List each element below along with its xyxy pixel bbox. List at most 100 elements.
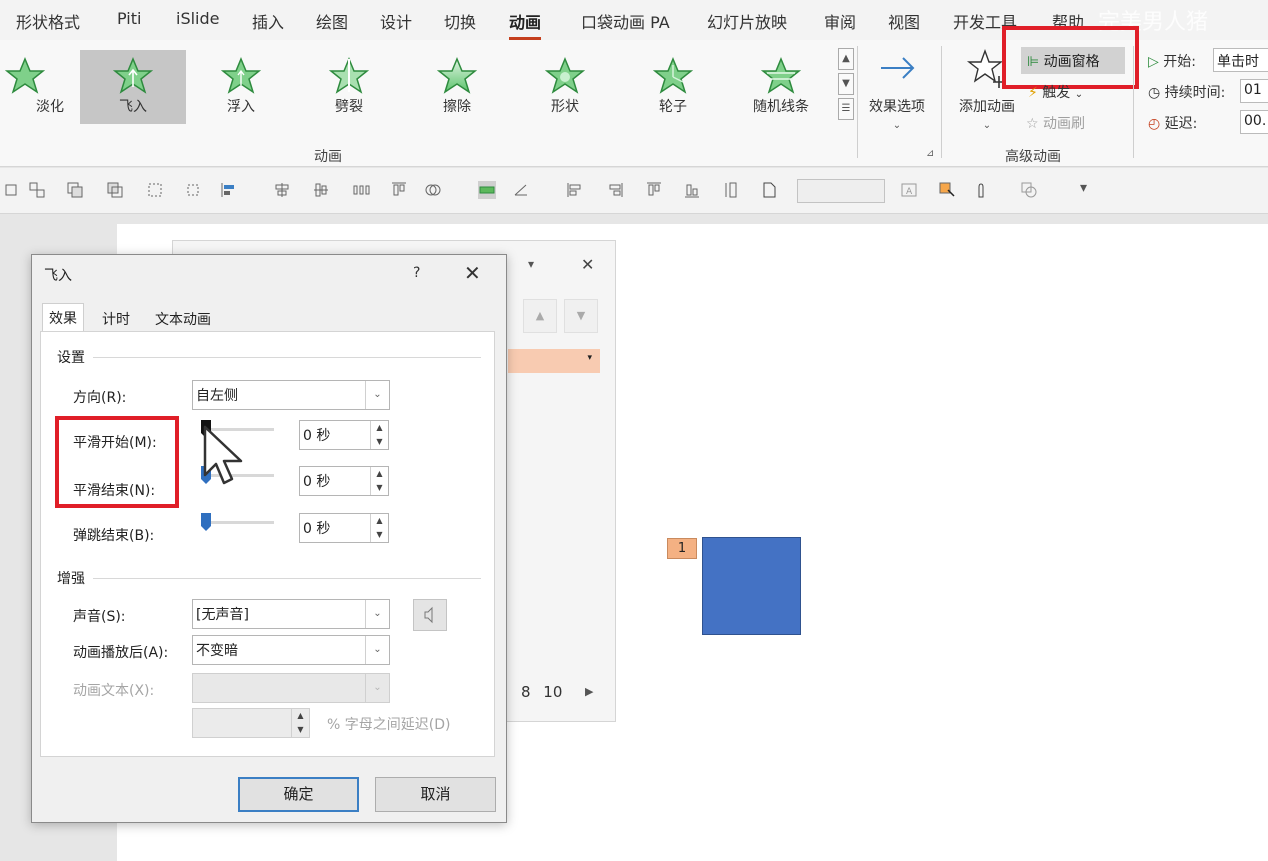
tab-draw[interactable]: 绘图 xyxy=(316,9,348,33)
tab-design[interactable]: 设计 xyxy=(380,9,412,33)
animation-order-badge[interactable]: 1 xyxy=(667,538,697,559)
timeline-scroll-right-icon[interactable]: ▶ xyxy=(585,685,593,698)
gallery-shape[interactable]: 形状 xyxy=(512,50,618,124)
trigger-button[interactable]: ⚡ 触发 ⌄ xyxy=(1028,82,1083,102)
wheel-star-icon xyxy=(653,57,693,94)
gallery-fade[interactable]: 淡化 xyxy=(0,50,78,124)
align-top-edge-icon[interactable] xyxy=(645,181,663,199)
bounce-end-spinner[interactable]: 0 秒 ▲ ▼ xyxy=(299,513,389,543)
tab-timing[interactable]: 计时 xyxy=(96,305,136,331)
same-height-icon[interactable] xyxy=(722,181,740,199)
smooth-end-spinner[interactable]: 0 秒 ▲ ▼ xyxy=(299,466,389,496)
gallery-scroll-down-icon[interactable]: ▼ xyxy=(838,73,854,95)
align-center-icon[interactable] xyxy=(273,181,291,199)
animation-pane-quick-icon[interactable] xyxy=(478,181,496,199)
smooth-start-spinner[interactable]: 0 秒 ▲ ▼ xyxy=(299,420,389,450)
spin-down-icon[interactable]: ▼ xyxy=(371,528,388,542)
gallery-float-in[interactable]: 浮入 xyxy=(188,50,294,124)
direction-combo[interactable]: 自左侧 ⌄ xyxy=(192,380,390,410)
tab-effect[interactable]: 效果 xyxy=(42,303,84,331)
chevron-down-icon: ▾ xyxy=(587,353,592,363)
align-objects-icon[interactable] xyxy=(4,181,22,199)
painter-star-icon: ☆ xyxy=(1026,116,1039,132)
customize-toolbar-icon[interactable]: ▾ xyxy=(1080,180,1087,196)
rotate-icon[interactable] xyxy=(512,181,530,199)
select-pane-icon[interactable] xyxy=(146,181,164,199)
align-right-edge-icon[interactable] xyxy=(606,181,624,199)
speaker-button[interactable] xyxy=(413,599,447,631)
bounce-end-thumb[interactable] xyxy=(201,513,211,531)
hand-pointer-icon[interactable] xyxy=(972,181,990,199)
pane-close-icon[interactable]: ✕ xyxy=(581,255,594,274)
annotation-highlight-box xyxy=(1002,26,1139,89)
bounce-end-slider[interactable] xyxy=(204,521,274,524)
gallery-fly-in[interactable]: 飞入 xyxy=(80,50,186,124)
shape-star-icon xyxy=(545,57,585,94)
align-left-edge-icon[interactable] xyxy=(566,181,584,199)
distribute-horizontal-icon[interactable] xyxy=(352,181,370,199)
letter-delay-spinner[interactable]: ▲ ▼ xyxy=(192,708,310,738)
spin-down-icon[interactable]: ▼ xyxy=(292,723,309,737)
tab-islide[interactable]: iSlide xyxy=(176,9,220,28)
animation-painter-button[interactable]: ☆ 动画刷 xyxy=(1026,113,1085,133)
shape-outline-icon[interactable] xyxy=(1020,181,1038,199)
close-icon[interactable]: ✕ xyxy=(464,261,481,285)
tab-animations[interactable]: 动画 xyxy=(509,9,542,40)
new-document-icon[interactable] xyxy=(760,181,778,199)
spin-up-icon[interactable]: ▲ xyxy=(371,467,388,481)
align-bottom-edge-icon[interactable] xyxy=(683,181,701,199)
bring-forward-icon[interactable] xyxy=(66,181,84,199)
tab-piti[interactable]: Piti xyxy=(117,9,141,28)
spin-down-icon[interactable]: ▼ xyxy=(371,481,388,495)
distribute-icon[interactable] xyxy=(184,181,202,199)
gallery-more-icon[interactable]: ☰ xyxy=(838,98,854,120)
after-animation-combo[interactable]: 不变暗 ⌄ xyxy=(192,635,390,665)
tab-view[interactable]: 视图 xyxy=(888,9,920,33)
move-down-icon[interactable]: ▼ xyxy=(564,299,598,333)
tab-insert[interactable]: 插入 xyxy=(252,9,284,33)
blue-square-shape[interactable] xyxy=(702,537,801,635)
help-icon[interactable]: ? xyxy=(413,265,420,281)
animate-text-combo[interactable]: ⌄ xyxy=(192,673,390,703)
align-middle-icon[interactable] xyxy=(312,181,330,199)
gallery-random-bars[interactable]: 随机线条 xyxy=(728,50,834,124)
enhance-header: 增强 xyxy=(57,571,85,587)
sound-combo[interactable]: [无声音] ⌄ xyxy=(192,599,390,629)
move-up-icon[interactable]: ▲ xyxy=(523,299,557,333)
effect-options-button[interactable]: 效果选项 ⌄ xyxy=(862,48,932,132)
dialog-launcher-icon[interactable]: ⊿ xyxy=(926,148,934,159)
delay-field[interactable]: 00. xyxy=(1240,110,1268,134)
pane-menu-icon[interactable]: ▾ xyxy=(528,257,534,271)
tab-pocket-animation[interactable]: 口袋动画 PA xyxy=(581,9,670,33)
align-left-icon[interactable] xyxy=(220,181,238,199)
gallery-scroll-up-icon[interactable]: ▲ xyxy=(838,48,854,70)
text-box-icon[interactable]: A xyxy=(900,181,918,199)
group-icon[interactable] xyxy=(28,181,46,199)
spin-up-icon[interactable]: ▲ xyxy=(292,709,309,723)
direction-value: 自左侧 xyxy=(196,388,238,404)
start-field[interactable]: 单击时 xyxy=(1213,48,1268,72)
gallery-wheel[interactable]: 轮子 xyxy=(620,50,726,124)
separator xyxy=(941,46,942,158)
gallery-split[interactable]: 劈裂 xyxy=(296,50,402,124)
tab-review[interactable]: 审阅 xyxy=(824,9,856,33)
ok-button[interactable]: 确定 xyxy=(238,777,359,812)
lightning-icon: ⚡ xyxy=(1028,85,1038,101)
cancel-button[interactable]: 取消 xyxy=(375,777,496,812)
tab-transitions[interactable]: 切换 xyxy=(444,9,476,33)
tab-slideshow[interactable]: 幻灯片放映 xyxy=(707,9,787,33)
tab-text-animation[interactable]: 文本动画 xyxy=(149,305,217,331)
spin-up-icon[interactable]: ▲ xyxy=(371,514,388,528)
quick-dropdown[interactable] xyxy=(797,179,885,203)
align-top-icon[interactable] xyxy=(390,181,408,199)
duration-field[interactable]: 01 xyxy=(1240,79,1268,103)
send-backward-icon[interactable] xyxy=(106,181,124,199)
gallery-wipe[interactable]: 擦除 xyxy=(404,50,510,124)
animation-list-item[interactable]: ▾ xyxy=(508,349,600,373)
spin-down-icon[interactable]: ▼ xyxy=(371,435,388,449)
merge-shapes-icon[interactable] xyxy=(424,181,442,199)
spin-up-icon[interactable]: ▲ xyxy=(371,421,388,435)
chevron-down-icon: ⌄ xyxy=(365,600,389,628)
tab-shape-format[interactable]: 形状格式 xyxy=(16,9,80,33)
selection-arrow-icon[interactable] xyxy=(938,181,956,199)
